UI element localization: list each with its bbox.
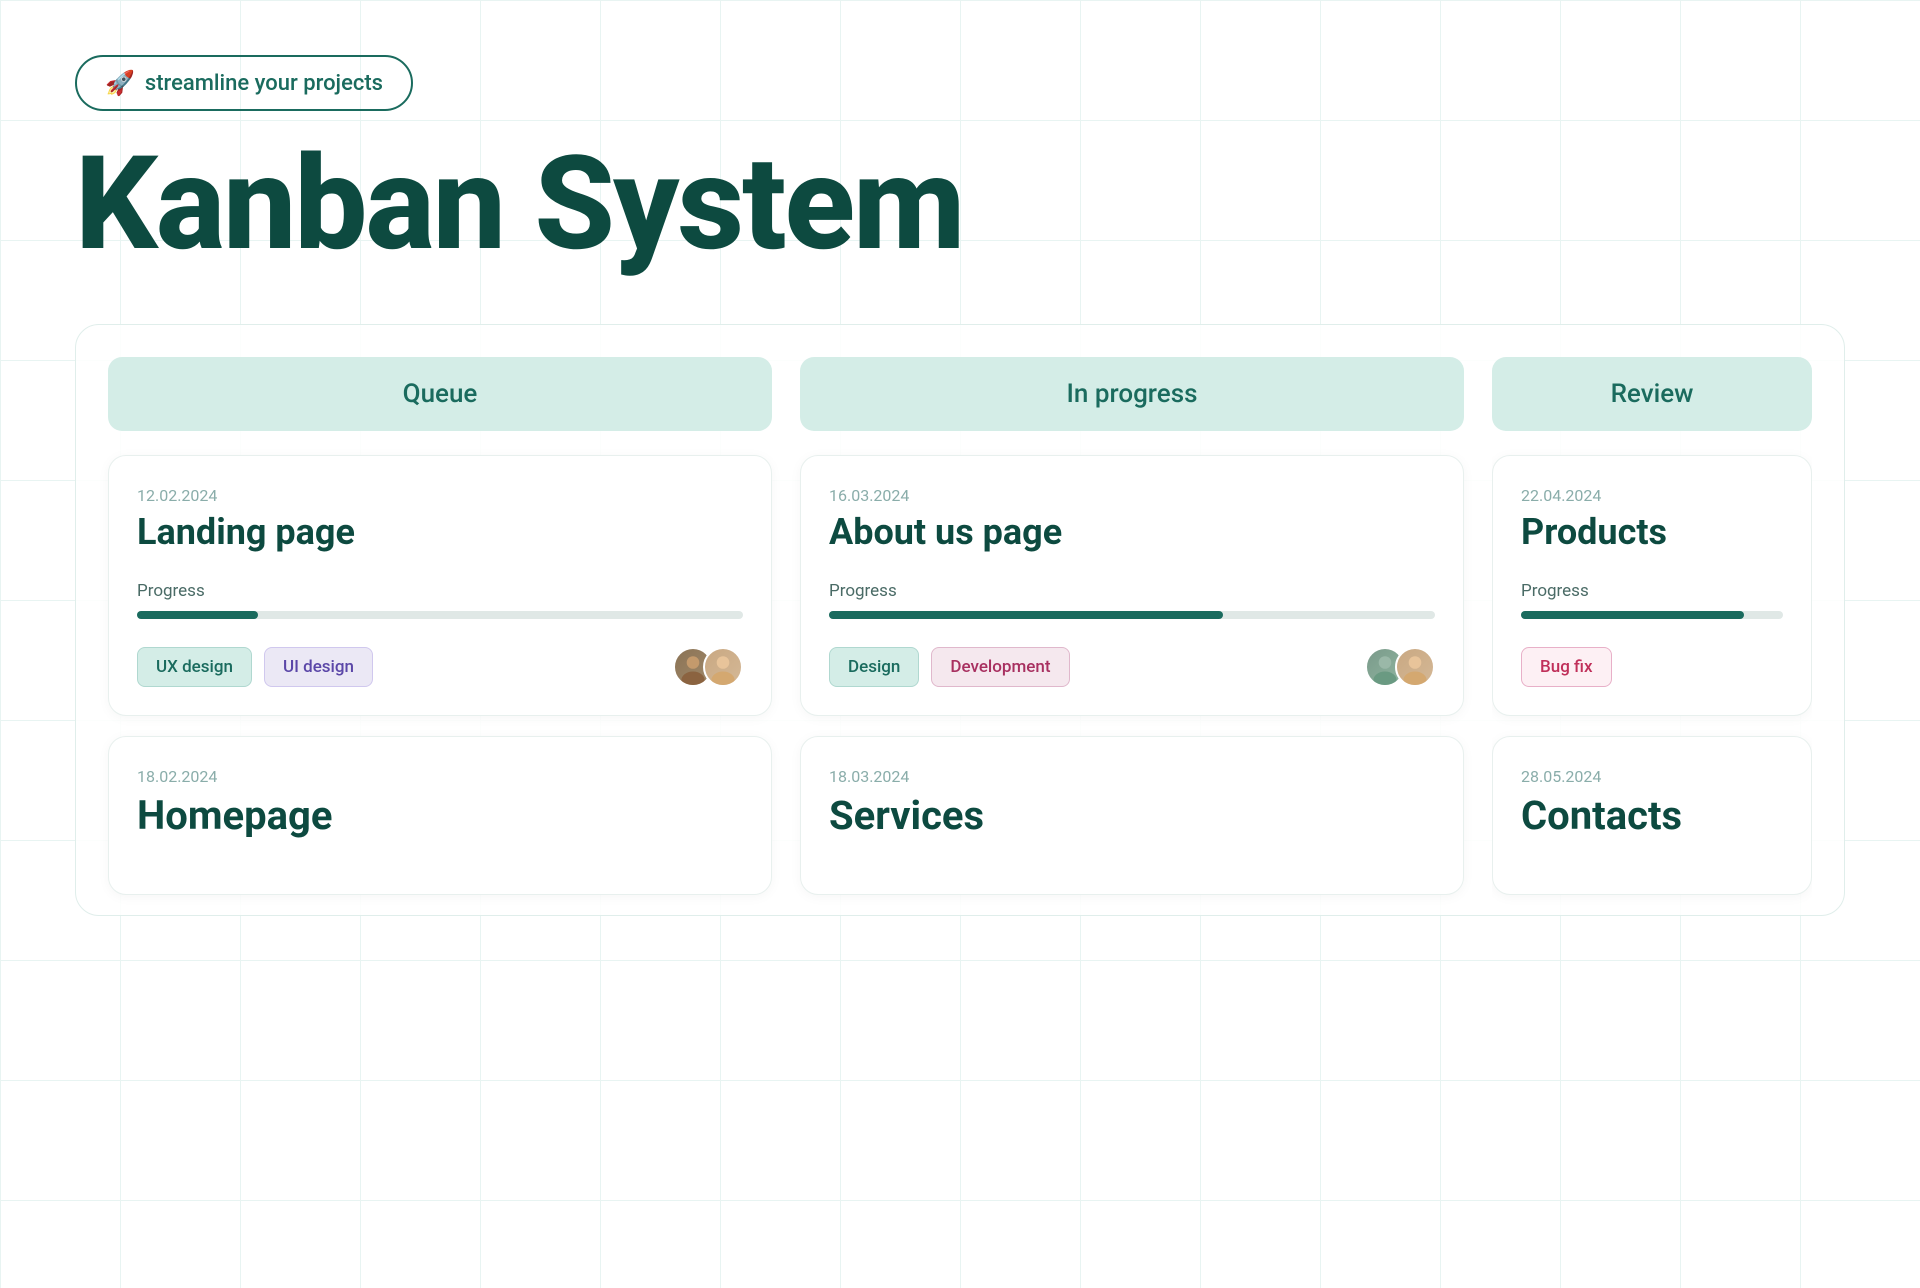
card-title: Services: [829, 794, 1435, 838]
card-about-us[interactable]: 16.03.2024 About us page Progress Design…: [800, 455, 1464, 716]
column-review: Review 22.04.2024 Products Progress Bug …: [1492, 357, 1812, 915]
avatar-2: [703, 647, 743, 687]
card-landing-page[interactable]: 12.02.2024 Landing page Progress UX desi…: [108, 455, 772, 716]
column-in-progress: In progress 16.03.2024 About us page Pro…: [800, 357, 1464, 915]
progress-bar: [1521, 611, 1783, 619]
kanban-board: Queue 12.02.2024 Landing page Progress U…: [75, 324, 1845, 916]
rocket-icon: 🚀: [105, 69, 135, 97]
avatar-4: [1395, 647, 1435, 687]
card-services[interactable]: 18.03.2024 Services: [800, 736, 1464, 895]
progress-bar: [137, 611, 743, 619]
column-header-review: Review: [1492, 357, 1812, 431]
progress-bar: [829, 611, 1435, 619]
progress-label: Progress: [829, 581, 1435, 601]
card-date: 16.03.2024: [829, 486, 1435, 505]
progress-label: Progress: [1521, 581, 1783, 601]
tag-ux-design[interactable]: UX design: [137, 647, 252, 687]
card-title: Products: [1521, 513, 1783, 553]
card-title: Homepage: [137, 794, 743, 838]
card-date: 28.05.2024: [1521, 767, 1783, 786]
card-products[interactable]: 22.04.2024 Products Progress Bug fix: [1492, 455, 1812, 716]
card-date: 18.03.2024: [829, 767, 1435, 786]
tag-ui-design[interactable]: UI design: [264, 647, 373, 687]
tag-bug-fix[interactable]: Bug fix: [1521, 647, 1612, 687]
avatar-group: [1365, 647, 1435, 687]
card-footer: UX design UI design: [137, 647, 743, 687]
avatar-group: [673, 647, 743, 687]
pill-text: streamline your projects: [145, 71, 383, 96]
card-footer: Design Development: [829, 647, 1435, 687]
progress-fill: [137, 611, 258, 619]
column-header-in-progress: In progress: [800, 357, 1464, 431]
progress-fill: [829, 611, 1223, 619]
card-contacts[interactable]: 28.05.2024 Contacts: [1492, 736, 1812, 895]
card-date: 12.02.2024: [137, 486, 743, 505]
column-queue: Queue 12.02.2024 Landing page Progress U…: [108, 357, 772, 915]
card-title: Contacts: [1521, 794, 1783, 838]
card-homepage[interactable]: 18.02.2024 Homepage: [108, 736, 772, 895]
card-date: 18.02.2024: [137, 767, 743, 786]
card-footer: Bug fix: [1521, 647, 1783, 687]
tag-pill: 🚀 streamline your projects: [75, 55, 413, 111]
tag-development[interactable]: Development: [931, 647, 1069, 687]
card-date: 22.04.2024: [1521, 486, 1783, 505]
progress-fill: [1521, 611, 1744, 619]
column-header-queue: Queue: [108, 357, 772, 431]
card-title: Landing page: [137, 513, 743, 553]
tag-design[interactable]: Design: [829, 647, 919, 687]
progress-label: Progress: [137, 581, 743, 601]
card-title: About us page: [829, 513, 1435, 553]
page-title: Kanban System: [75, 139, 1845, 269]
